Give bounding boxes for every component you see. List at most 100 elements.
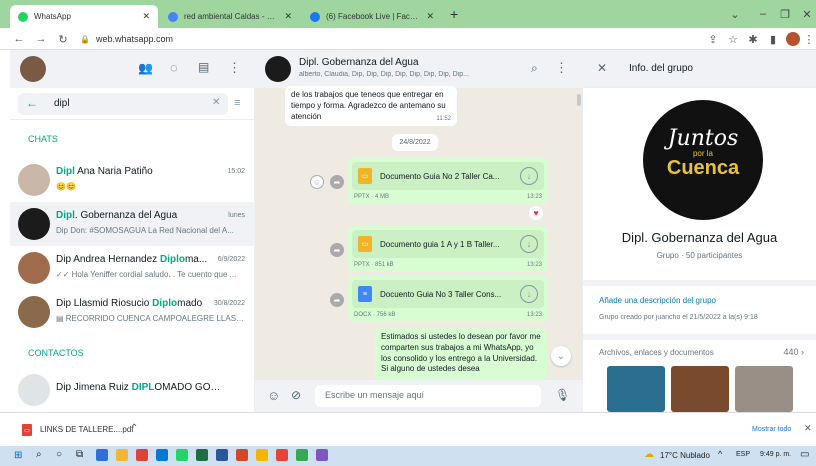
minimize-icon[interactable]: –: [752, 3, 774, 25]
back-icon[interactable]: ←: [12, 32, 26, 46]
message-input[interactable]: Escribe un mensaje aquí: [315, 385, 541, 407]
media-thumbnail[interactable]: [607, 366, 665, 412]
group-avatar[interactable]: [265, 56, 291, 82]
group-logo[interactable]: Juntos por la Cuenca: [643, 100, 763, 220]
emoji-icon[interactable]: ☺: [267, 388, 280, 403]
tray-chevron-icon[interactable]: ^: [718, 449, 722, 459]
forward-icon[interactable]: ➦: [330, 175, 344, 189]
edge-icon[interactable]: [96, 449, 108, 461]
chevron-up-icon[interactable]: ⌃: [130, 423, 138, 434]
status-icon[interactable]: ◌: [170, 60, 178, 75]
cortana-icon[interactable]: ○: [56, 449, 62, 460]
new-chat-icon[interactable]: ▤: [198, 60, 209, 74]
sidebar-icon[interactable]: ▮: [766, 32, 780, 46]
chat-last-message: Dip Don: #SOMOSAGUA La Red Nacional del …: [56, 226, 234, 235]
bookmark-star-icon[interactable]: ☆: [726, 32, 740, 46]
close-tab-icon[interactable]: ✕: [142, 11, 150, 22]
my-avatar[interactable]: [20, 56, 46, 82]
close-tab-icon[interactable]: ✕: [426, 11, 434, 22]
microphone-icon[interactable]: 🎙: [555, 388, 570, 402]
close-icon[interactable]: ✕: [597, 61, 607, 75]
search-value: dipl: [54, 98, 70, 109]
logo-text-line-1: Juntos: [667, 126, 739, 151]
download-icon[interactable]: ↓: [520, 235, 538, 253]
forward-icon[interactable]: ➦: [330, 293, 344, 307]
tab-search-icon[interactable]: ⌄: [724, 3, 746, 25]
notifications-icon[interactable]: ▭: [800, 449, 809, 460]
profile-avatar[interactable]: [786, 32, 800, 46]
tab-whatsapp[interactable]: WhatsApp ✕: [10, 5, 158, 28]
extensions-icon[interactable]: ✱: [746, 32, 760, 46]
close-window-icon[interactable]: ✕: [796, 3, 816, 25]
app-icon[interactable]: [276, 449, 288, 461]
forward-icon[interactable]: →: [34, 32, 48, 46]
clock[interactable]: 9:49 p. m.: [760, 451, 791, 458]
reload-icon[interactable]: ↻: [56, 32, 70, 46]
group-participants: Grupo · 50 participantes: [656, 251, 743, 260]
chat-time: 30/8/2022: [213, 300, 245, 307]
communities-icon[interactable]: 👥: [138, 61, 153, 75]
chat-item[interactable]: Dip Andrea Hernandez Diploma... 6/9/2022…: [10, 246, 255, 290]
filter-icon[interactable]: ≡: [234, 97, 240, 109]
store-icon[interactable]: [156, 449, 168, 461]
media-count[interactable]: 440 ›: [783, 347, 804, 357]
search-icon[interactable]: ⌕: [531, 61, 538, 76]
conversation-header[interactable]: Dipl. Gobernanza del Agua alberto, Claud…: [255, 50, 583, 88]
input-language[interactable]: ESP: [736, 451, 750, 458]
menu-icon[interactable]: ⋮: [228, 60, 241, 76]
weather-text[interactable]: 17°C Nublado: [660, 451, 710, 460]
pptx-file-icon: ▭: [358, 168, 372, 184]
windows-start-icon[interactable]: ⊞: [14, 450, 22, 461]
media-thumbnail[interactable]: [671, 366, 729, 412]
file-explorer-icon[interactable]: [116, 449, 128, 461]
document-message[interactable]: ≡ Docuento Guia No 3 Taller Cons... ↓ DO…: [348, 276, 548, 322]
tab-facebook[interactable]: (6) Facebook Live | Facebook ✕: [302, 5, 442, 28]
new-tab-icon[interactable]: +: [450, 6, 458, 22]
maximize-icon[interactable]: ❐: [774, 3, 796, 25]
download-icon[interactable]: ↓: [520, 285, 538, 303]
contact-name: Dip Jimena Ruiz DIPLOMADO GOBERN...: [56, 382, 221, 393]
app-icon[interactable]: [296, 449, 308, 461]
avatar: [18, 252, 50, 284]
address-bar[interactable]: 🔒 web.whatsapp.com: [80, 31, 660, 47]
download-filename[interactable]: LINKS DE TALLERE....pdf: [40, 425, 134, 434]
tab-google-search[interactable]: red ambiental Caldas - Buscar co ✕: [160, 5, 300, 28]
scroll-down-icon[interactable]: ⌄: [551, 346, 571, 366]
media-thumbnail[interactable]: [735, 366, 793, 412]
contact-item[interactable]: Dip Jimena Ruiz DIPLOMADO GOBERN...: [10, 368, 255, 412]
message-input-placeholder: Escribe un mensaje aquí: [325, 390, 425, 400]
close-tab-icon[interactable]: ✕: [284, 11, 292, 22]
excel-icon[interactable]: [196, 449, 208, 461]
document-message[interactable]: ▭ Documento Guia No 2 Taller Ca... ↓ PPT…: [348, 158, 548, 204]
download-icon[interactable]: ↓: [520, 167, 538, 185]
search-icon[interactable]: ⌕: [36, 449, 42, 460]
task-view-icon[interactable]: ⧉: [76, 449, 83, 460]
close-downloads-icon[interactable]: ✕: [804, 423, 812, 434]
word-icon[interactable]: [216, 449, 228, 461]
browser-menu-icon[interactable]: ⋮: [802, 32, 816, 46]
chat-list-pane: 👥 ◌ ▤ ⋮ ← dipl ✕ ≡ CHATS Dipl Ana Naria …: [10, 50, 255, 412]
back-arrow-icon[interactable]: ←: [26, 96, 38, 110]
document-message[interactable]: ▭ Documento guia 1 A y 1 B Taller... ↓ P…: [348, 226, 548, 272]
chat-item[interactable]: Dip Llasmid Riosucio Diplomado 30/8/2022…: [10, 290, 255, 334]
react-icon[interactable]: ☺: [310, 175, 324, 189]
attach-icon[interactable]: ⊘: [291, 388, 301, 402]
forward-icon[interactable]: ➦: [330, 243, 344, 257]
chat-item[interactable]: Dipl. Gobernanza del Agua lunes Dip Don:…: [10, 202, 255, 246]
chat-item[interactable]: Dipl Ana Naria Patiño 15:02 😊😊: [10, 158, 255, 202]
search-input[interactable]: ← dipl ✕: [18, 93, 228, 115]
clear-search-icon[interactable]: ✕: [212, 97, 220, 108]
add-description-link[interactable]: Añade una descripción del grupo: [599, 296, 716, 305]
app-icon[interactable]: [256, 449, 268, 461]
share-icon[interactable]: ⇪: [706, 32, 720, 46]
chrome-icon[interactable]: [136, 449, 148, 461]
powerpoint-icon[interactable]: [236, 449, 248, 461]
show-all-downloads-button[interactable]: Mostrar todo: [752, 426, 791, 433]
menu-icon[interactable]: ⋮: [555, 60, 568, 76]
app-icon[interactable]: [316, 449, 328, 461]
message-time: 13:23: [526, 312, 542, 318]
message-time: 13:23: [526, 262, 542, 268]
media-label[interactable]: Archivos, enlaces y documentos: [599, 348, 714, 357]
whatsapp-app-icon[interactable]: [176, 449, 188, 461]
scrollbar-thumb[interactable]: [577, 94, 581, 106]
